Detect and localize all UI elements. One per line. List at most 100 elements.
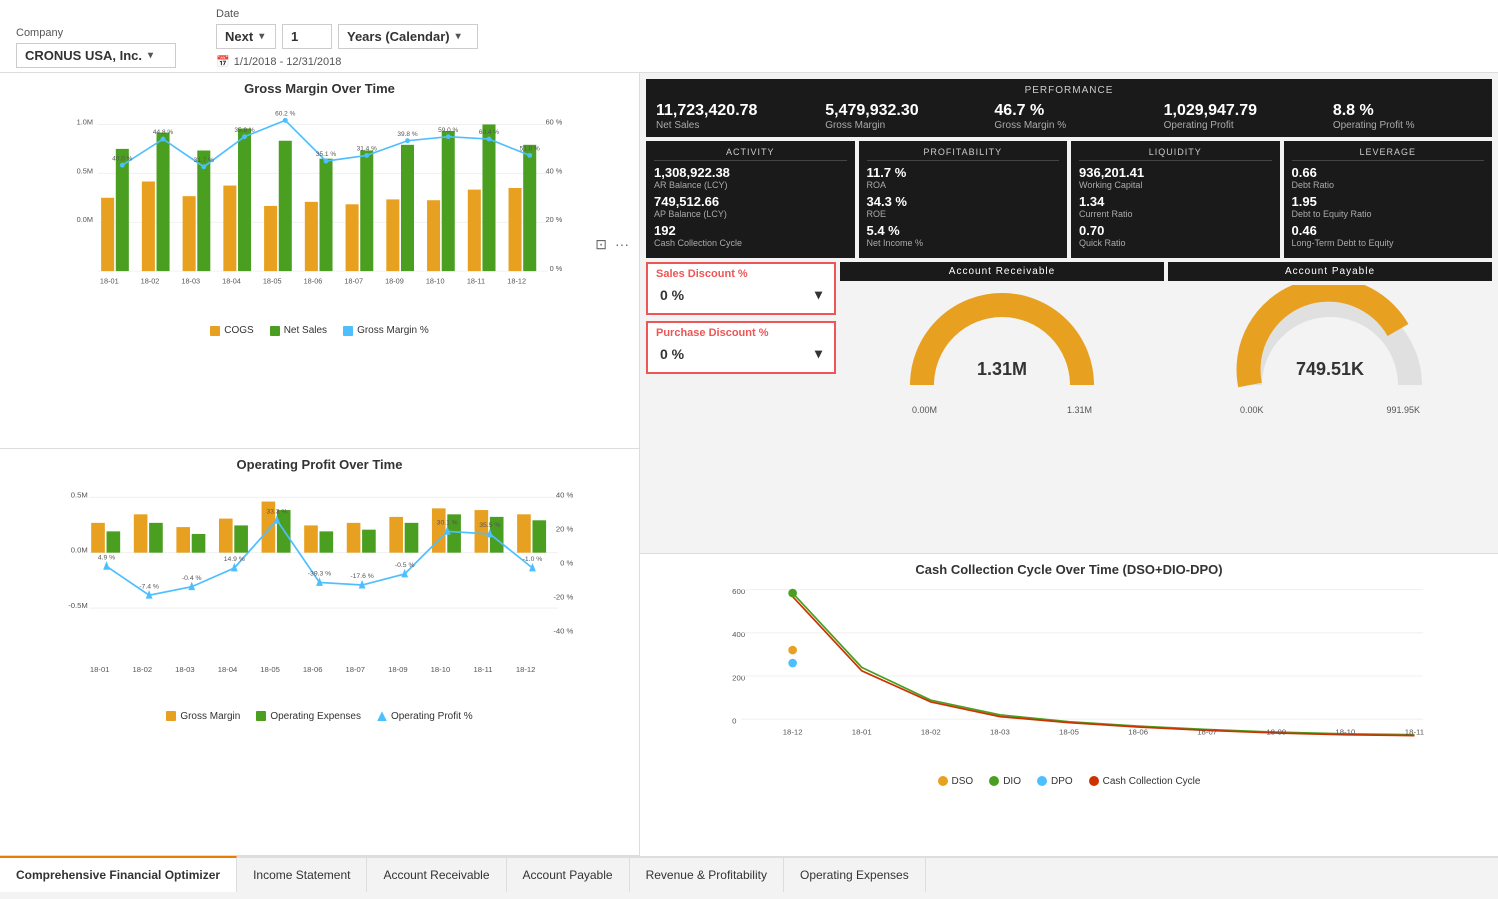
perf-gm-pct-value: 46.7 %	[994, 102, 1143, 120]
performance-metrics: 11,723,420.78 Net Sales 5,479,932.30 Gro…	[656, 102, 1482, 131]
expand-icon[interactable]: ⊡	[595, 236, 607, 253]
company-label: Company	[16, 27, 176, 39]
ltd-equity-value: 0.46	[1292, 223, 1485, 238]
purchase-discount-box: Purchase Discount % 0 % ▾	[646, 321, 836, 374]
date-period-dropdown[interactable]: Years (Calendar) ▾	[338, 24, 478, 49]
svg-text:30.1 %: 30.1 %	[437, 519, 458, 526]
legend-ccc: Cash Collection Cycle	[1089, 776, 1201, 787]
svg-text:-40 %: -40 %	[553, 626, 573, 635]
legend-op-profit-pct: Operating Profit %	[377, 711, 473, 722]
svg-text:18-06: 18-06	[303, 665, 323, 674]
svg-text:60.2 %: 60.2 %	[275, 110, 295, 117]
discount-column: Sales Discount % 0 % ▾ Purchase Discount…	[646, 262, 836, 549]
ccc-value: 192	[654, 223, 847, 238]
gm-label: Gross Margin	[180, 711, 240, 722]
date-count-value: 1	[291, 29, 298, 44]
ccc-color	[1089, 776, 1099, 786]
roa-label: ROA	[867, 180, 1060, 190]
ap-gauge-title: Account Payable	[1168, 262, 1492, 281]
date-range-value: 1/1/2018 - 12/31/2018	[234, 56, 342, 68]
ar-gauge-col: Account Receivable 1.31M 0.00M 1.31M	[840, 262, 1164, 549]
svg-text:4.9 %: 4.9 %	[98, 554, 115, 561]
svg-text:40 %: 40 %	[546, 166, 563, 175]
leverage-title: LEVERAGE	[1292, 147, 1485, 161]
more-icon[interactable]: ···	[615, 236, 629, 253]
ar-gauge-max: 1.31M	[1067, 405, 1092, 415]
chevron-down-icon: ▾	[456, 31, 461, 42]
current-ratio-label: Current Ratio	[1079, 209, 1272, 219]
tab-revenue-label: Revenue & Profitability	[646, 868, 767, 882]
ltd-equity-item: 0.46 Long-Term Debt to Equity	[1292, 223, 1485, 248]
sales-discount-select[interactable]: 0 % ▾	[656, 280, 826, 309]
svg-text:18-11: 18-11	[467, 276, 485, 285]
dpo-color	[1037, 776, 1047, 786]
svg-text:18-05: 18-05	[260, 665, 280, 674]
svg-text:18-03: 18-03	[175, 665, 195, 674]
tab-ap[interactable]: Account Payable	[507, 858, 630, 892]
ar-balance-item: 1,308,922.38 AR Balance (LCY)	[654, 165, 847, 190]
ap-balance-label: AP Balance (LCY)	[654, 209, 847, 219]
company-dropdown[interactable]: CRONUS USA, Inc. ▾	[16, 43, 176, 68]
gm-color	[166, 711, 176, 721]
date-period-value: Years (Calendar)	[347, 29, 450, 44]
ar-balance-label: AR Balance (LCY)	[654, 180, 847, 190]
svg-text:0: 0	[732, 716, 737, 725]
svg-text:18-03: 18-03	[990, 727, 1010, 736]
date-next-dropdown[interactable]: Next ▾	[216, 24, 276, 49]
quick-ratio-label: Quick Ratio	[1079, 238, 1272, 248]
svg-text:0.5M: 0.5M	[77, 166, 93, 175]
purchase-discount-select[interactable]: 0 % ▾	[656, 339, 826, 368]
svg-text:18-05: 18-05	[1059, 727, 1079, 736]
ap-gauge-max: 991.95K	[1386, 405, 1420, 415]
svg-text:18-12: 18-12	[507, 276, 526, 285]
working-cap-value: 936,201.41	[1079, 165, 1272, 180]
liquidity-title: LIQUIDITY	[1079, 147, 1272, 161]
gross-margin-chart-section: Gross Margin Over Time 1.0M 0.5M 0.0M 60…	[0, 73, 639, 449]
date-label: Date	[216, 8, 478, 20]
net-sales-label: Net Sales	[284, 325, 327, 336]
net-income-item: 5.4 % Net Income %	[867, 223, 1060, 248]
dso-label: DSO	[952, 776, 974, 787]
current-ratio-value: 1.34	[1079, 194, 1272, 209]
tab-opex[interactable]: Operating Expenses	[784, 858, 926, 892]
svg-text:1.0M: 1.0M	[77, 117, 93, 126]
legend-gross-margin: Gross Margin	[166, 711, 240, 722]
svg-text:200: 200	[732, 673, 746, 682]
tab-ar-label: Account Receivable	[383, 868, 489, 882]
cash-cycle-legend: DSO DIO DPO Cash Collection Cycle	[648, 776, 1490, 787]
perf-net-sales-label: Net Sales	[656, 120, 805, 131]
svg-text:18-01: 18-01	[90, 665, 110, 674]
de-ratio-value: 1.95	[1292, 194, 1485, 209]
svg-text:35.5 %: 35.5 %	[479, 522, 500, 529]
svg-text:31.7 %: 31.7 %	[194, 157, 214, 164]
quick-ratio-value: 0.70	[1079, 223, 1272, 238]
date-controls: Next ▾ 1 Years (Calendar) ▾	[216, 24, 478, 49]
tab-ar[interactable]: Account Receivable	[367, 858, 506, 892]
perf-net-sales: 11,723,420.78 Net Sales	[656, 102, 805, 131]
perf-net-sales-value: 11,723,420.78	[656, 102, 805, 120]
svg-text:14.9 %: 14.9 %	[224, 556, 245, 563]
filter-bar: Company CRONUS USA, Inc. ▾ Date Next ▾ 1…	[0, 0, 1498, 73]
svg-text:1.31M: 1.31M	[977, 359, 1027, 379]
ap-gauge-svg: 749.51K	[1230, 285, 1430, 405]
operating-profit-chart-title: Operating Profit Over Time	[8, 457, 631, 472]
ccc-item: 192 Cash Collection Cycle	[654, 223, 847, 248]
ar-balance-value: 1,308,922.38	[654, 165, 847, 180]
net-sales-color	[270, 326, 280, 336]
svg-text:60 %: 60 %	[546, 117, 563, 126]
tab-revenue[interactable]: Revenue & Profitability	[630, 858, 784, 892]
svg-text:18-09: 18-09	[385, 276, 404, 285]
date-count-dropdown[interactable]: 1	[282, 24, 332, 49]
svg-text:18-02: 18-02	[133, 665, 153, 674]
gross-margin-pct-color	[343, 326, 353, 336]
perf-op-profit-pct-label: Operating Profit %	[1333, 120, 1482, 131]
gross-margin-legend: COGS Net Sales Gross Margin %	[8, 325, 631, 336]
svg-text:59.0 %: 59.0 %	[438, 127, 458, 134]
sales-discount-label: Sales Discount %	[656, 268, 826, 280]
tab-comprehensive[interactable]: Comprehensive Financial Optimizer	[0, 856, 237, 892]
tab-income[interactable]: Income Statement	[237, 858, 367, 892]
sales-discount-value: 0 %	[660, 287, 684, 303]
svg-text:18-09: 18-09	[388, 665, 408, 674]
kpi-activity: ACTIVITY 1,308,922.38 AR Balance (LCY) 7…	[646, 141, 855, 258]
svg-text:18-02: 18-02	[921, 727, 941, 736]
